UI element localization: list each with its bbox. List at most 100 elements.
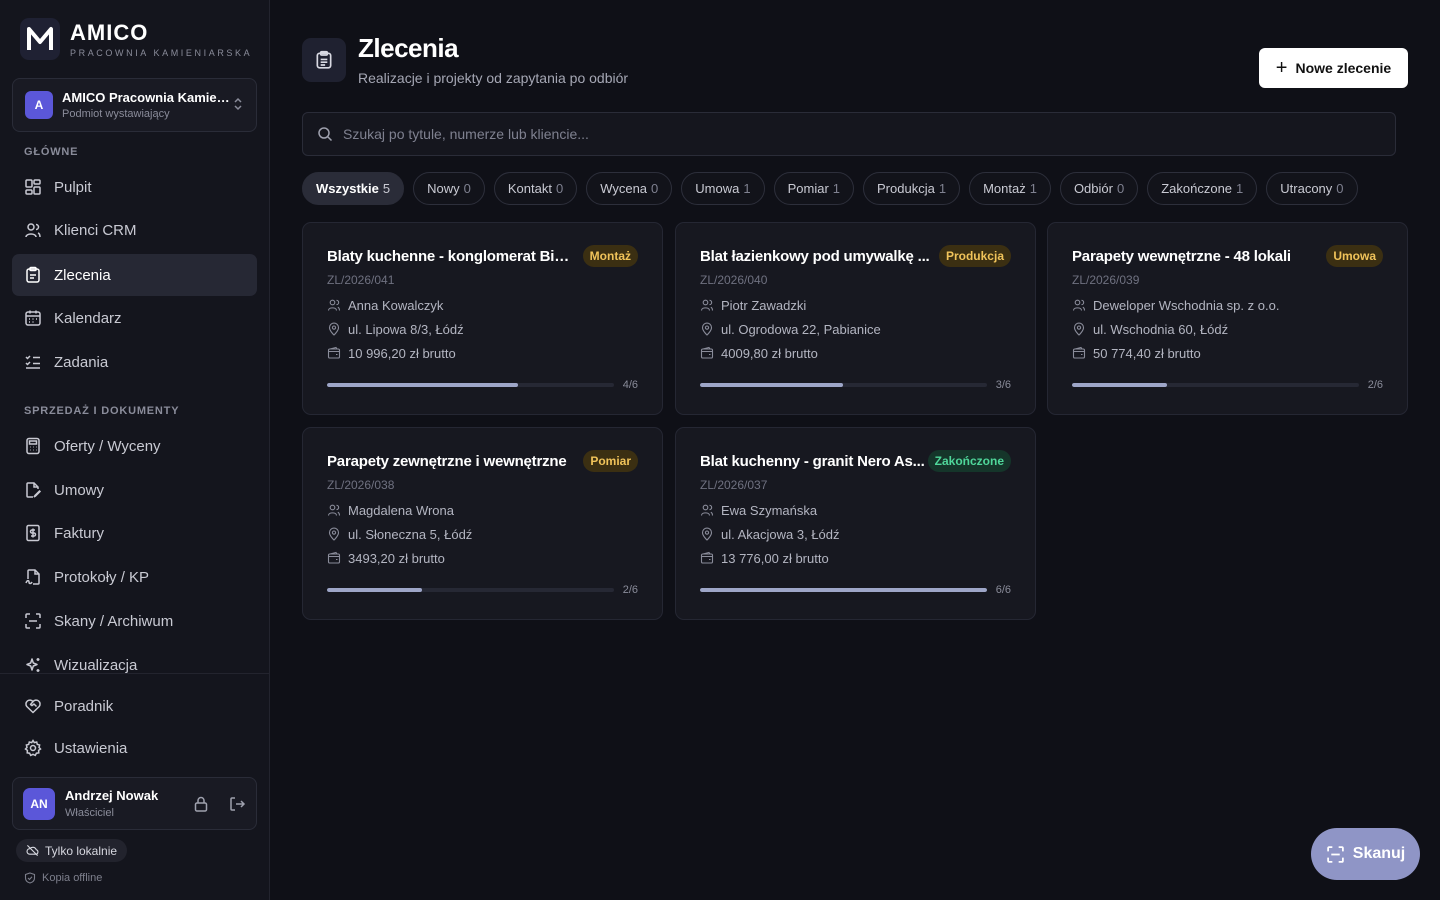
progress-fill	[700, 383, 844, 387]
order-card[interactable]: Parapety zewnętrzne i wewnętrzne Pomiar …	[302, 427, 663, 620]
filter-label: Nowy	[427, 181, 460, 196]
filter-label: Utracony	[1280, 181, 1333, 196]
sidebar-item-label: Kalendarz	[54, 309, 122, 327]
filter-chip-nowy[interactable]: Nowy 0	[413, 172, 485, 205]
filter-count: 1	[938, 181, 947, 196]
wallet-icon	[327, 551, 341, 564]
filter-label: Odbiór	[1073, 181, 1113, 196]
filter-chip-odbior[interactable]: Odbiór 0	[1059, 172, 1139, 205]
local-only-badge[interactable]: Tylko lokalnie	[16, 839, 128, 862]
order-client: Deweloper Wschodnia sp. z o.o.	[1072, 297, 1383, 313]
sidebar-item-pulpit[interactable]: Pulpit	[12, 166, 257, 208]
order-price: 10 996,20 zł brutto	[327, 346, 638, 361]
order-title: Blaty kuchenne - konglomerat Bia...	[327, 247, 572, 265]
order-card[interactable]: Blat kuchenny - granit Nero As... Zakońc…	[675, 427, 1036, 620]
price: 13 776,00 zł brutto	[721, 550, 829, 566]
client-name: Ewa Szymańska	[721, 502, 818, 518]
sidebar-item-zlecenia[interactable]: Zlecenia	[12, 254, 257, 296]
status-badge: Produkcja	[938, 245, 1011, 267]
progress-label: 2/6	[1367, 379, 1383, 391]
filter-count: 1	[1029, 181, 1037, 196]
sidebar-item-label: Pulpit	[54, 178, 92, 196]
filter-chip-umowa[interactable]: Umowa 1	[681, 172, 765, 205]
sidebar-divider	[0, 673, 270, 674]
calculator-icon	[26, 437, 40, 455]
list-checks-icon	[25, 355, 40, 369]
sidebar-item-skany[interactable]: Skany / Archiwum	[12, 600, 257, 642]
order-progress: 2/6	[327, 584, 638, 596]
chevrons-up-down-icon	[232, 96, 244, 114]
scan-icon	[1326, 845, 1344, 863]
filter-label: Wszystkie	[316, 181, 379, 196]
sidebar-item-kalendarz[interactable]: Kalendarz	[12, 297, 257, 339]
users-icon	[700, 299, 714, 311]
order-title: Blat łazienkowy pod umywalkę ...	[700, 247, 930, 265]
search-icon	[318, 127, 333, 142]
sidebar-item-wizualizacja[interactable]: Wizualizacja	[12, 644, 257, 686]
sidebar-item-label: Poradnik	[54, 697, 114, 715]
address: ul. Lipowa 8/3, Łódź	[348, 321, 464, 337]
filter-label: Kontakt	[507, 181, 552, 196]
sidebar-item-label: Protokoły / KP	[54, 568, 150, 586]
progress-label: 3/6	[995, 379, 1011, 391]
sidebar-item-label: Ustawienia	[54, 739, 128, 757]
filter-label: Umowa	[695, 181, 740, 196]
sidebar: AMICO PRACOWNIA KAMIENIARSKA A AMICO Pra…	[0, 0, 270, 900]
brand[interactable]: AMICO PRACOWNIA KAMIENIARSKA	[20, 18, 252, 60]
client-name: Piotr Zawadzki	[721, 297, 807, 313]
order-address: ul. Lipowa 8/3, Łódź	[327, 321, 638, 337]
filter-count: 0	[555, 181, 564, 196]
filter-chip-produkcja[interactable]: Produkcja 1	[863, 172, 961, 205]
sidebar-item-zadania[interactable]: Zadania	[12, 341, 257, 383]
order-client: Piotr Zawadzki	[700, 297, 1011, 313]
lock-icon[interactable]	[192, 795, 210, 813]
order-card[interactable]: Blat łazienkowy pod umywalkę ... Produkc…	[675, 222, 1036, 415]
users-icon	[700, 504, 714, 516]
order-card[interactable]: Parapety wewnętrzne - 48 lokali Umowa ZL…	[1047, 222, 1408, 415]
filter-count: 0	[651, 181, 659, 196]
filter-chip-zakonczone[interactable]: Zakończone 1	[1147, 172, 1258, 205]
filter-chip-pomiar[interactable]: Pomiar 1	[773, 172, 855, 205]
sidebar-item-label: Zadania	[54, 353, 109, 371]
status-filters: Wszystkie 5 Nowy 0 Kontakt 0 Wycena 0 Umowa 1…	[302, 172, 1367, 205]
sidebar-item-faktury[interactable]: Faktury	[12, 512, 257, 554]
scan-button[interactable]: Skanuj	[1311, 828, 1420, 880]
filter-chip-utracony[interactable]: Utracony 0	[1266, 172, 1358, 205]
progress-track	[327, 588, 614, 592]
progress-label: 4/6	[622, 379, 638, 391]
sidebar-item-klienci[interactable]: Klienci CRM	[12, 209, 257, 251]
progress-track	[700, 588, 987, 592]
entity-switcher[interactable]: A AMICO Pracownia Kamieniarska Podmiot w…	[12, 78, 257, 132]
sidebar-item-oferty[interactable]: Oferty / Wyceny	[12, 425, 257, 467]
order-title: Blat kuchenny - granit Nero As...	[700, 452, 925, 470]
local-only-label: Tylko lokalnie	[45, 843, 118, 858]
order-progress: 2/6	[1072, 379, 1383, 391]
filter-count: 1	[743, 181, 751, 196]
sidebar-item-protokoly[interactable]: Protokoły / KP	[12, 556, 257, 598]
status-badge: Montaż	[582, 245, 638, 267]
sidebar-item-poradnik[interactable]: Poradnik	[12, 685, 257, 727]
client-name: Deweloper Wschodnia sp. z o.o.	[1093, 297, 1280, 313]
sidebar-item-umowy[interactable]: Umowy	[12, 469, 257, 511]
order-card[interactable]: Blaty kuchenne - konglomerat Bia... Mont…	[302, 222, 663, 415]
filter-count: 0	[1336, 181, 1344, 196]
dashboard-icon	[25, 179, 41, 195]
address: ul. Ogrodowa 22, Pabianice	[721, 321, 881, 337]
order-client: Magdalena Wrona	[327, 503, 638, 518]
filter-chip-montaz[interactable]: Montaż 1	[969, 172, 1051, 205]
filter-label: Montaż	[983, 181, 1026, 196]
sidebar-item-label: Skany / Archiwum	[54, 612, 174, 630]
progress-fill	[327, 383, 519, 387]
filter-chip-wszystkie[interactable]: Wszystkie 5	[302, 172, 405, 205]
sidebar-item-ustawienia[interactable]: Ustawienia	[12, 727, 257, 769]
order-address: ul. Wschodnia 60, Łódź	[1072, 322, 1383, 337]
page-title: Zlecenia	[358, 33, 459, 63]
new-order-button[interactable]: + Nowe zlecenie	[1259, 48, 1408, 88]
order-progress: 6/6	[700, 584, 1011, 596]
price: 4009,80 zł brutto	[721, 345, 818, 361]
filter-count: 0	[1116, 181, 1125, 196]
logout-icon[interactable]	[228, 795, 246, 813]
filter-chip-kontakt[interactable]: Kontakt 0	[493, 172, 578, 205]
filter-chip-wycena[interactable]: Wycena 0	[586, 172, 673, 205]
search-input[interactable]: Szukaj po tytule, numerze lub kliencie..…	[302, 112, 1396, 156]
